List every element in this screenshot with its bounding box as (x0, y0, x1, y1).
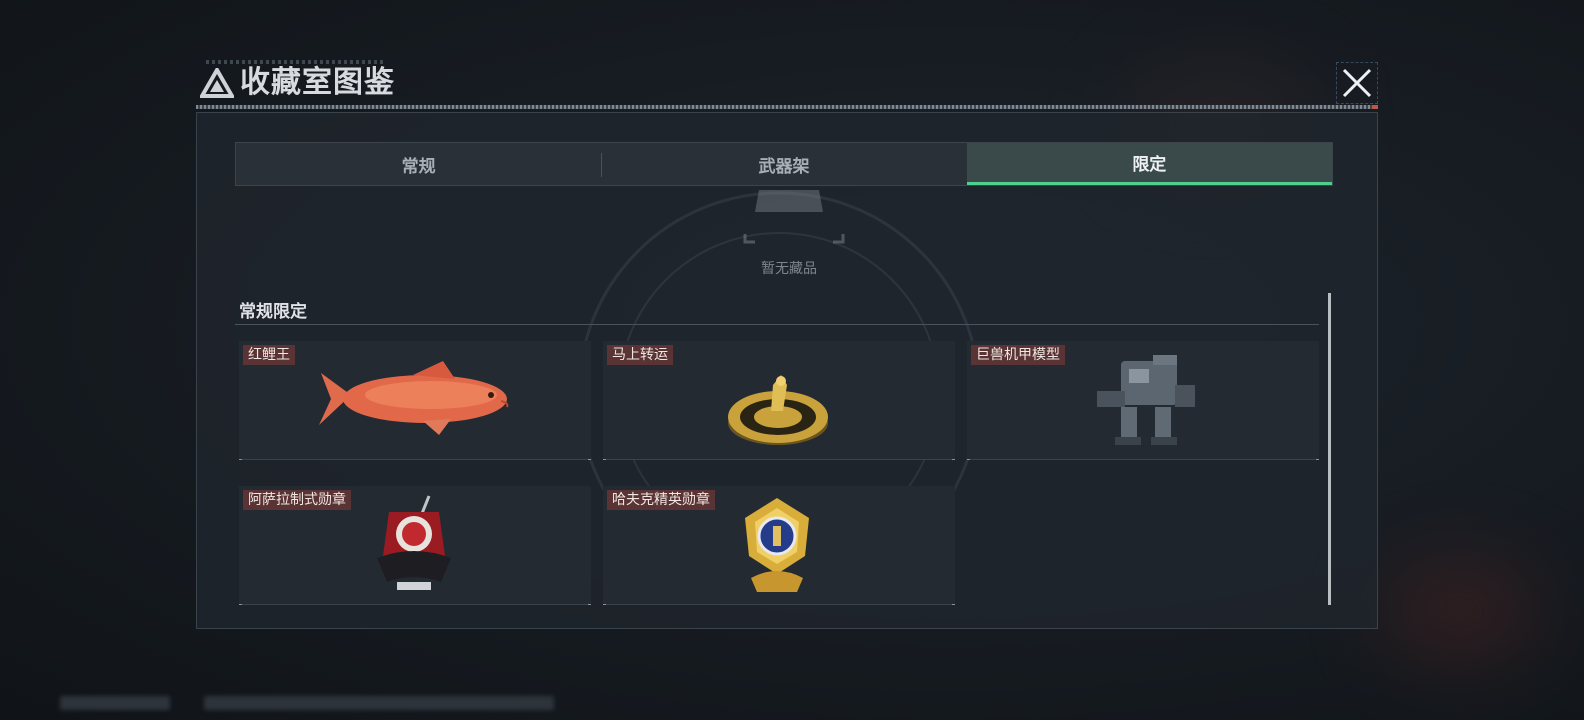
blurred-footer-text (60, 696, 170, 710)
collection-card[interactable]: 阿萨拉制式勋章 (239, 486, 591, 605)
triangle-logo-icon (200, 68, 234, 98)
card-label: 马上转运 (607, 345, 673, 365)
category-tabs: 常规 武器架 限定 (235, 142, 1333, 186)
header-divider (196, 105, 1378, 109)
page-title: 收藏室图鉴 (240, 65, 395, 100)
empty-state-text: 暂无藏品 (761, 261, 817, 277)
close-button[interactable] (1336, 62, 1378, 104)
tab-weapon-rack[interactable]: 武器架 (601, 143, 966, 185)
mech-model-icon (1097, 355, 1195, 445)
close-icon (1342, 68, 1372, 98)
card-label: 阿萨拉制式勋章 (243, 490, 351, 510)
scrollbar[interactable] (1328, 293, 1331, 605)
card-label: 红鲤王 (243, 345, 295, 365)
red-medal-icon (377, 495, 451, 590)
golden-horse-dial-icon (728, 375, 828, 445)
collection-card[interactable]: 巨兽机甲模型 (967, 341, 1319, 460)
red-carp-icon (319, 361, 509, 435)
section-title: 常规限定 (239, 302, 307, 322)
collection-card[interactable]: 马上转运 (603, 341, 955, 460)
empty-box-icon (743, 190, 845, 244)
gold-blue-medal-icon (745, 498, 809, 592)
collection-panel: 常规 武器架 限定 暂无藏品 常规限定 红鲤王 马上转运 巨兽机甲模型 阿萨拉制… (196, 112, 1378, 629)
header-divider-accent (1372, 105, 1378, 109)
card-label: 哈夫克精英勋章 (607, 490, 715, 510)
tab-regular[interactable]: 常规 (236, 143, 601, 185)
section-divider (235, 324, 1319, 325)
collection-card[interactable]: 哈夫克精英勋章 (603, 486, 955, 605)
collection-card[interactable]: 红鲤王 (239, 341, 591, 460)
blurred-footer-text (204, 696, 554, 710)
card-label: 巨兽机甲模型 (971, 345, 1065, 365)
dialog-header: 收藏室图鉴 (196, 60, 1378, 112)
background-glow (1380, 560, 1540, 660)
tab-limited[interactable]: 限定 (966, 143, 1332, 185)
empty-state: 暂无藏品 (707, 188, 871, 284)
